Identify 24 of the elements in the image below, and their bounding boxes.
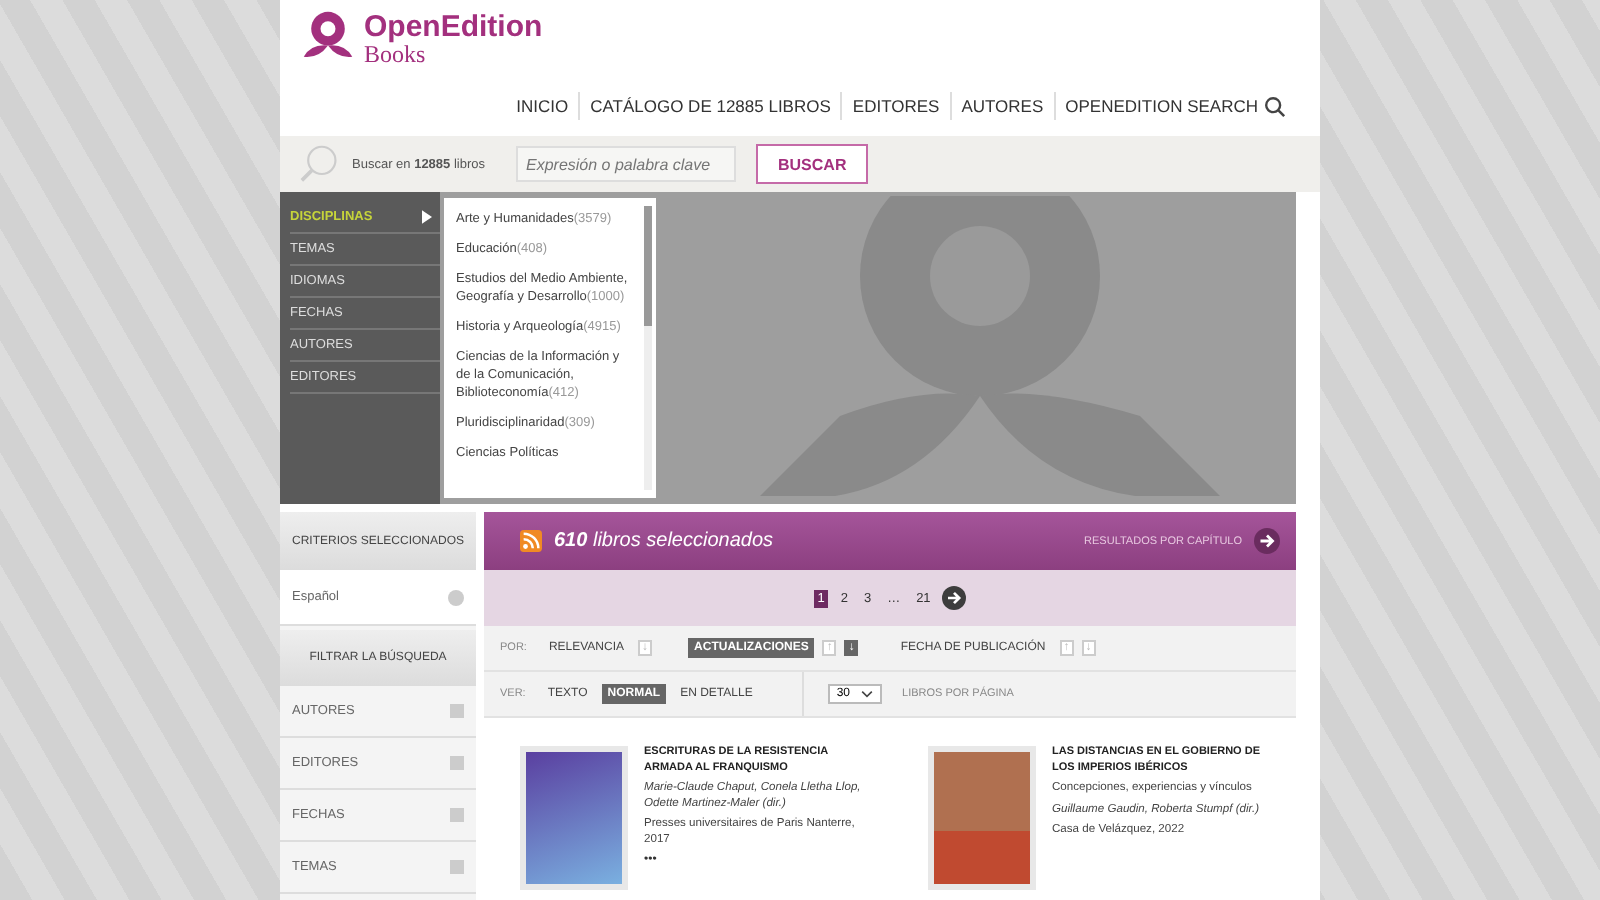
next-page-icon[interactable] (942, 586, 967, 610)
search-field[interactable]: Expresión o palabra clave (516, 146, 736, 182)
brand-name: OpenEdition (364, 11, 543, 41)
arrow-right-icon[interactable] (1254, 528, 1280, 554)
expand-icon[interactable] (450, 808, 464, 822)
nav-link[interactable]: OPENEDITION SEARCH (1053, 92, 1296, 120)
expand-icon[interactable] (450, 860, 464, 874)
brand-subtitle: Books (364, 41, 426, 65)
search-button[interactable]: BUSCAR (756, 144, 869, 184)
photo-placeholder[interactable] (934, 752, 1030, 884)
scrollbar[interactable] (644, 206, 652, 490)
expand-icon[interactable] (450, 756, 464, 770)
book-cover[interactable] (526, 752, 622, 884)
expand-icon[interactable] (450, 704, 464, 718)
chevron-down-icon (860, 690, 875, 698)
rss-icon[interactable] (520, 530, 542, 552)
remove-icon[interactable] (448, 589, 464, 605)
nav-link[interactable]: INICIO (506, 92, 579, 120)
nav-link[interactable]: AUTORES (949, 92, 1054, 120)
search-icon (300, 144, 340, 184)
triangle-icon (422, 210, 432, 224)
nav-link[interactable]: CATÁLOGO DE 12885 LIBROS (578, 92, 841, 120)
nav-link[interactable]: EDITORES (840, 92, 950, 120)
results-count: 610 libros seleccionados (554, 530, 776, 552)
